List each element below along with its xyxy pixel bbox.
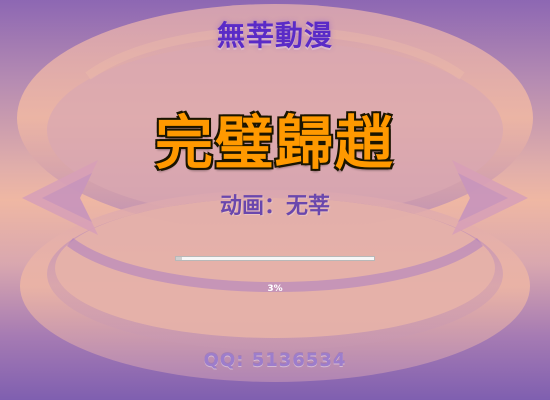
loading-percent: 3% (267, 284, 283, 294)
brand-logo-text: 無莘動漫 (216, 19, 333, 52)
loading-progress-fill (176, 257, 182, 260)
qq-contact: QQ: 5136534 (203, 350, 347, 371)
animation-title: 完璧歸趙 (154, 109, 395, 177)
loading-progress-track (175, 256, 375, 261)
animation-credit: 动画：无莘 (219, 194, 330, 219)
